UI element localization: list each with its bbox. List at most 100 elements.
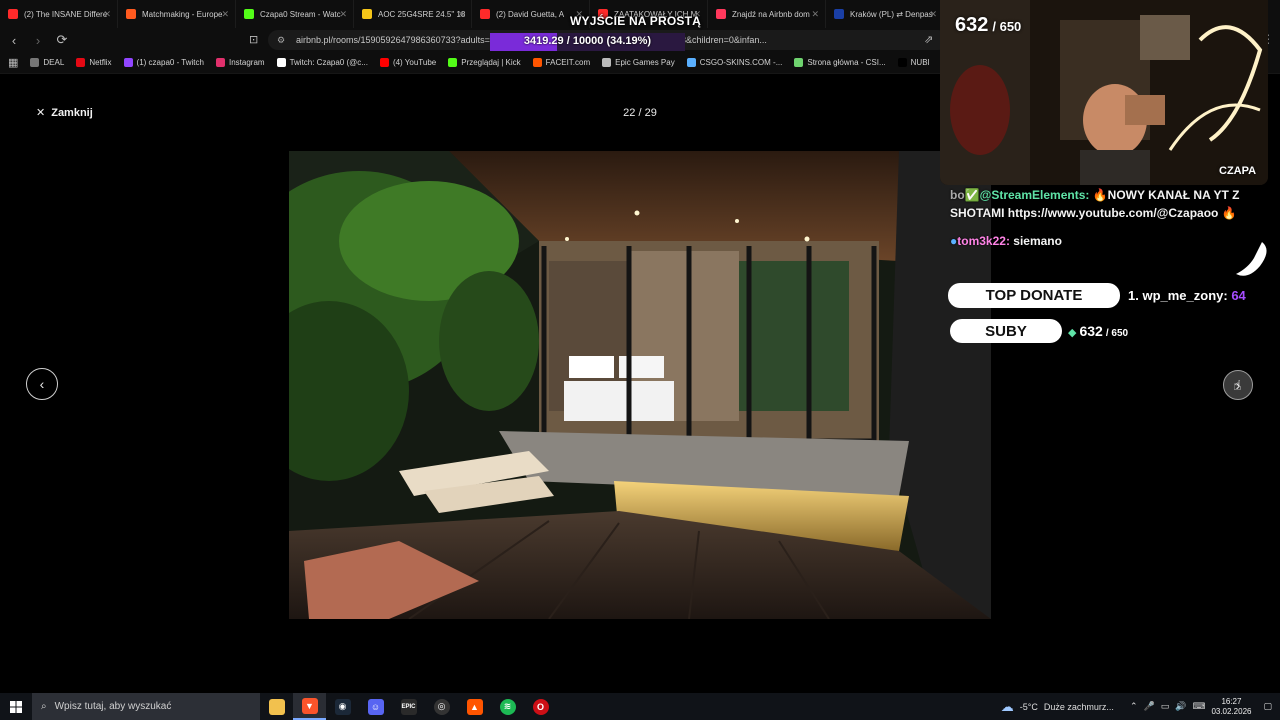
taskbar-steam[interactable]: ◉: [326, 693, 359, 720]
start-button[interactable]: [0, 693, 32, 720]
tab-favicon-icon: [126, 9, 136, 19]
taskbar-obs[interactable]: ◎: [425, 693, 458, 720]
taskbar-brave[interactable]: ▼: [293, 693, 326, 720]
taskbar-discord[interactable]: ☺: [359, 693, 392, 720]
bookmark-item[interactable]: Przeglądaj | Kick: [442, 58, 526, 67]
tab-close-icon[interactable]: ✕: [457, 9, 465, 20]
chevron-up-icon[interactable]: ⌃: [1130, 701, 1138, 712]
bookmark-label: NUBI: [910, 58, 930, 67]
bookmark-item[interactable]: CSGO-SKINS.COM -...: [681, 58, 789, 67]
bookmark-item[interactable]: DEAL: [24, 58, 70, 67]
weather-desc[interactable]: Duże zachmurz...: [1044, 702, 1114, 712]
suby-total: / 650: [1105, 328, 1129, 339]
brave-icon: ▼: [301, 697, 318, 714]
bookmark-label: Twitch: Czapa0 (@c...: [289, 58, 368, 67]
bookmark-item[interactable]: Strona główna - CSI...: [788, 58, 891, 67]
bookmark-label: FACEIT.com: [545, 58, 591, 67]
bookmark-favicon-icon: [602, 58, 612, 67]
bookmark-item[interactable]: Twitch: Czapa0 (@c...: [271, 58, 374, 67]
tab-favicon-icon: [716, 9, 726, 19]
bookmark-favicon-icon: [123, 58, 133, 67]
mouse-cursor-icon: ☝: [1233, 377, 1242, 393]
chat-username: tom3k22:: [957, 234, 1010, 248]
bookmark-item[interactable]: Netflix: [70, 58, 117, 67]
bookmark-item[interactable]: NUBI: [892, 58, 936, 67]
bookmark-label: (4) YouTube: [392, 58, 437, 67]
cam-sub-total: / 650: [992, 19, 1022, 34]
apps-grid-icon[interactable]: ▦: [8, 56, 18, 69]
tab-favicon-icon: [834, 9, 844, 19]
windows-logo-icon: [10, 700, 22, 713]
goal-title: WYJŚCIE NA PROSTĄ: [570, 14, 701, 28]
tab-favicon-icon: [362, 9, 372, 19]
bookmark-item[interactable]: (1) czapa0 - Twitch: [118, 58, 210, 67]
reload-icon[interactable]: ⟳: [52, 30, 72, 50]
bookmark-favicon-icon: [379, 58, 389, 67]
faceit-icon: ▲: [466, 698, 483, 715]
microphone-icon[interactable]: 🎤: [1143, 701, 1154, 712]
top-donate-amount: 64: [1231, 288, 1246, 303]
epic-games-icon: EPIC: [400, 698, 417, 715]
bookmark-favicon-icon: [30, 58, 40, 67]
search-icon: ⌕: [41, 701, 47, 712]
bookmark-item[interactable]: Epic Games Pay: [596, 58, 681, 67]
suby-label: SUBY: [950, 319, 1062, 343]
bookmark-item[interactable]: Instagram: [210, 58, 271, 67]
notifications-icon[interactable]: ▢: [1263, 701, 1272, 712]
tab-favicon-icon: [244, 9, 254, 19]
browser-tab[interactable]: Kraków (PL) ⇄ Denpas ✕: [826, 0, 944, 28]
taskbar-explorer[interactable]: [260, 693, 293, 720]
tab-close-icon[interactable]: ✕: [811, 9, 819, 20]
close-button[interactable]: ✕ Zamknij: [36, 106, 93, 120]
tab-close-icon[interactable]: ✕: [929, 9, 937, 20]
goal-progress-text: 3419.29 / 10000 (34.19%): [523, 35, 652, 47]
browser-tab[interactable]: (2) The INSANE Differe ✕: [0, 0, 118, 28]
tab-close-icon[interactable]: ✕: [103, 9, 111, 20]
cam-sub-counter: 632 / 650: [955, 14, 1021, 37]
bookmark-star-icon[interactable]: ⊡: [249, 33, 258, 46]
bookmark-label: Strona główna - CSI...: [807, 58, 886, 67]
volume-icon[interactable]: 🔊: [1175, 701, 1186, 712]
weather-icon: ☁: [1000, 698, 1014, 714]
site-info-icon[interactable]: ⚙: [277, 35, 285, 46]
taskbar-opera[interactable]: O: [524, 693, 557, 720]
bookmark-item[interactable]: (4) YouTube: [374, 58, 442, 67]
suby-count: 632: [1079, 323, 1103, 339]
tab-label: Kraków (PL) ⇄ Denpas: [850, 9, 933, 19]
tab-label: AOC 25G4SRE 24.5" 18: [378, 9, 466, 19]
bookmark-label: Netflix: [89, 58, 112, 67]
bookmark-label: (1) czapa0 - Twitch: [136, 58, 204, 67]
streamer-name: CZAPA: [1219, 165, 1257, 177]
taskbar-faceit[interactable]: ▲: [458, 693, 491, 720]
tab-close-icon[interactable]: ✕: [221, 9, 229, 20]
steam-icon: ◉: [334, 698, 351, 715]
photo-counter: 22 / 29: [623, 107, 657, 119]
spotify-icon: ≋: [499, 698, 516, 715]
bookmark-item[interactable]: FACEIT.com: [527, 58, 596, 67]
share-icon[interactable]: ⇗: [924, 33, 933, 46]
browser-tab[interactable]: Czapa0 Stream - Watc ✕: [236, 0, 354, 28]
bookmark-favicon-icon: [532, 58, 542, 67]
forward-icon[interactable]: ›: [28, 30, 48, 50]
taskbar-epic[interactable]: EPIC: [392, 693, 425, 720]
bookmark-favicon-icon: [276, 58, 286, 67]
network-icon[interactable]: ▭: [1161, 701, 1170, 712]
weather-temp[interactable]: -5°C: [1020, 702, 1038, 712]
browser-tab[interactable]: Znajdź na Airbnb dom ✕: [708, 0, 826, 28]
top-donate-entry: 1. wp_me_zony: 64: [1128, 288, 1246, 303]
browser-tab[interactable]: AOC 25G4SRE 24.5" 18 ✕: [354, 0, 472, 28]
tab-close-icon[interactable]: ✕: [339, 9, 347, 20]
bookmark-favicon-icon: [215, 58, 225, 67]
discord-icon: ☺: [367, 698, 384, 715]
language-icon[interactable]: ⌨: [1192, 701, 1205, 712]
taskbar-search[interactable]: ⌕ Wpisz tutaj, aby wyszukać: [32, 693, 260, 720]
clock[interactable]: 16:27 03.02.2026: [1211, 697, 1251, 717]
browser-tab[interactable]: Matchmaking - Europe ✕: [118, 0, 236, 28]
tab-label: Matchmaking - Europe: [142, 9, 223, 19]
taskbar-spotify[interactable]: ≋: [491, 693, 524, 720]
obs-icon: ◎: [433, 698, 450, 715]
chat-prefix: bo: [950, 188, 965, 202]
chat-message: ●tom3k22: siemano: [950, 232, 1250, 250]
back-icon[interactable]: ‹: [4, 30, 24, 50]
previous-photo-button[interactable]: ‹: [26, 368, 58, 400]
